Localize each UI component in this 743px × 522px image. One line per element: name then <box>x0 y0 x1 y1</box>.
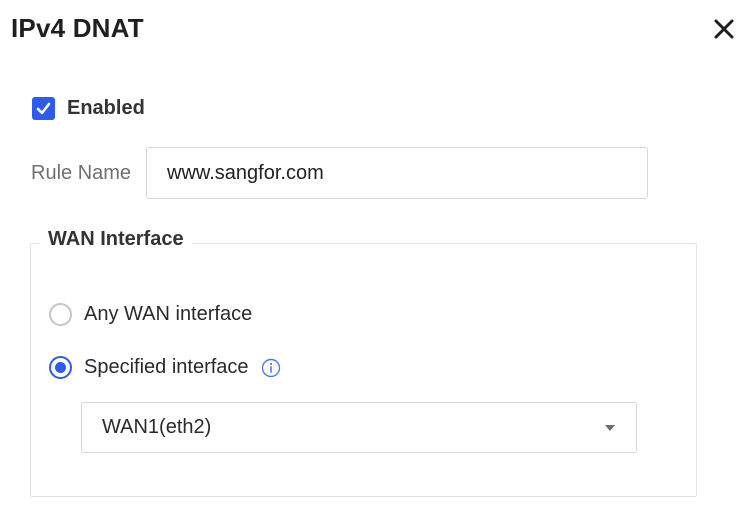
close-icon <box>714 19 734 39</box>
info-icon[interactable] <box>261 358 281 378</box>
radio-label-any-wan: Any WAN interface <box>84 303 253 325</box>
radio-selected-dot <box>55 362 66 373</box>
wan-interface-select-value: WAN1(eth2) <box>102 416 212 438</box>
close-button[interactable] <box>711 16 737 42</box>
wan-interface-select[interactable]: WAN1(eth2) <box>81 402 637 453</box>
radio-label-specified: Specified interface <box>84 356 249 378</box>
enabled-label: Enabled <box>67 97 145 119</box>
enabled-checkbox-row[interactable]: Enabled <box>32 97 145 120</box>
radio-specified-interface[interactable]: Specified interface <box>49 356 281 379</box>
wan-interface-title: WAN Interface <box>40 228 192 251</box>
rule-name-label: Rule Name <box>31 162 132 184</box>
radio-button-any-wan[interactable] <box>49 303 72 326</box>
chevron-down-icon <box>605 424 615 431</box>
radio-button-specified[interactable] <box>49 356 72 379</box>
radio-any-wan-interface[interactable]: Any WAN interface <box>49 303 252 326</box>
checkmark-icon <box>36 102 51 115</box>
rule-name-input[interactable] <box>146 147 648 199</box>
enabled-checkbox[interactable] <box>32 97 55 120</box>
dialog-title: IPv4 DNAT <box>11 13 144 43</box>
ipv4-dnat-dialog: IPv4 DNAT Enabled Rule Name WAN Interfac… <box>0 0 743 522</box>
